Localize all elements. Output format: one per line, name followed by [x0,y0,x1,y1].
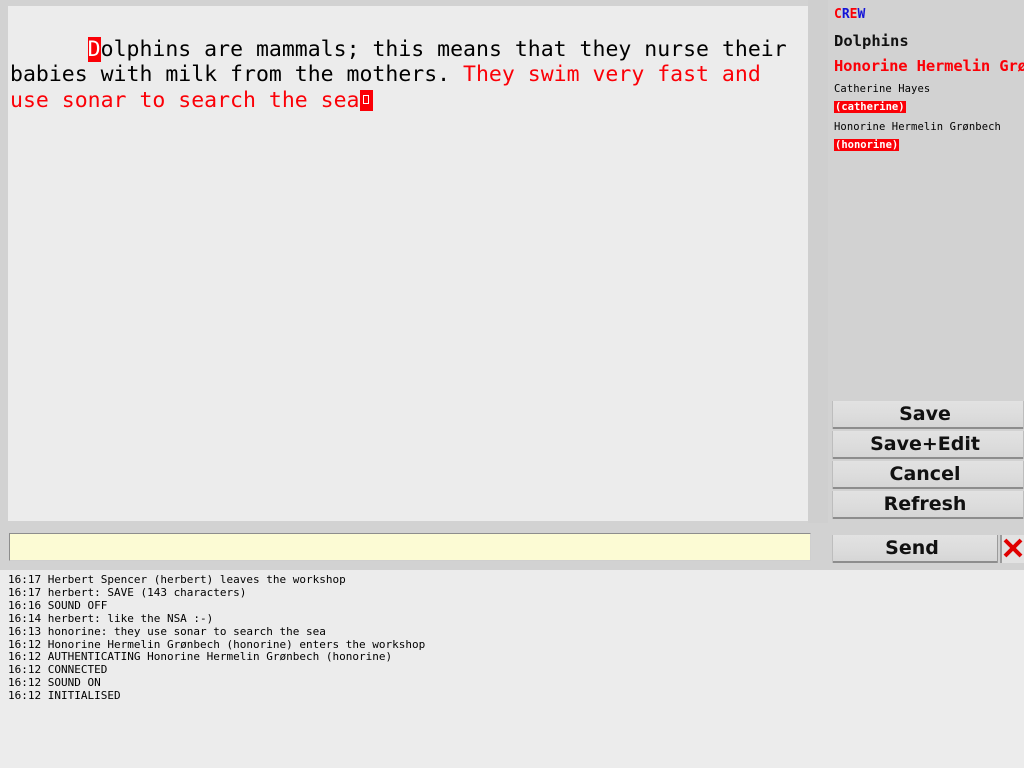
chat-message-input[interactable] [9,533,811,561]
activity-log[interactable]: 16:17 Herbert Spencer (herbert) leaves t… [0,570,1024,768]
refresh-button[interactable]: Refresh [832,491,1024,519]
cancel-button[interactable]: Cancel [832,461,1024,489]
crew-member-list: Catherine Hayes (catherine) Honorine Her… [834,83,1022,159]
action-button-group: Save Save+Edit Cancel Refresh [832,401,1024,521]
editor-sidebar-gutter [808,0,828,523]
log-entry: 16:12 AUTHENTICATING Honorine Hermelin G… [8,650,393,664]
active-user-name: Honorine Hermelin Grønbech [834,57,1024,75]
crew-heading: CREW [834,7,866,22]
log-entry: 16:12 SOUND ON [8,676,101,690]
crew-member-name: Honorine Hermelin Grønbech [834,121,1001,133]
editor-caret-char: D [87,36,101,62]
crew-member-handle: (honorine) [834,139,900,151]
log-entry: 16:12 INITIALISED [8,689,121,703]
crew-member-name: Catherine Hayes [834,83,931,95]
workshop-title: Dolphins [834,32,909,50]
log-entry: 16:12 CONNECTED [8,663,108,677]
log-entry: 16:13 honorine: they use sonar to search… [8,624,326,638]
editor-text-content[interactable]: Dolphins are mammals; this means that th… [10,11,806,139]
save-button[interactable]: Save [832,401,1024,429]
document-editor[interactable]: Dolphins are mammals; this means that th… [8,6,808,521]
log-entry: 16:16 SOUND OFF [8,598,108,612]
log-entry: 16:17 Herbert Spencer (herbert) leaves t… [8,573,346,586]
close-icon[interactable] [1000,535,1024,563]
workshop-window: Dolphins are mammals; this means that th… [0,0,1024,768]
log-entry: 16:14 herbert: like the NSA :-) [8,611,214,625]
send-button[interactable]: Send [832,535,998,563]
list-item[interactable]: Honorine Hermelin Grønbech (honorine) [834,121,1022,152]
list-item[interactable]: Catherine Hayes (catherine) [834,83,1022,114]
editor-block-cursor [359,89,373,111]
save-and-edit-button[interactable]: Save+Edit [832,431,1024,459]
log-entry: 16:17 herbert: SAVE (143 characters) [8,585,247,599]
crew-member-handle: (catherine) [834,101,906,113]
